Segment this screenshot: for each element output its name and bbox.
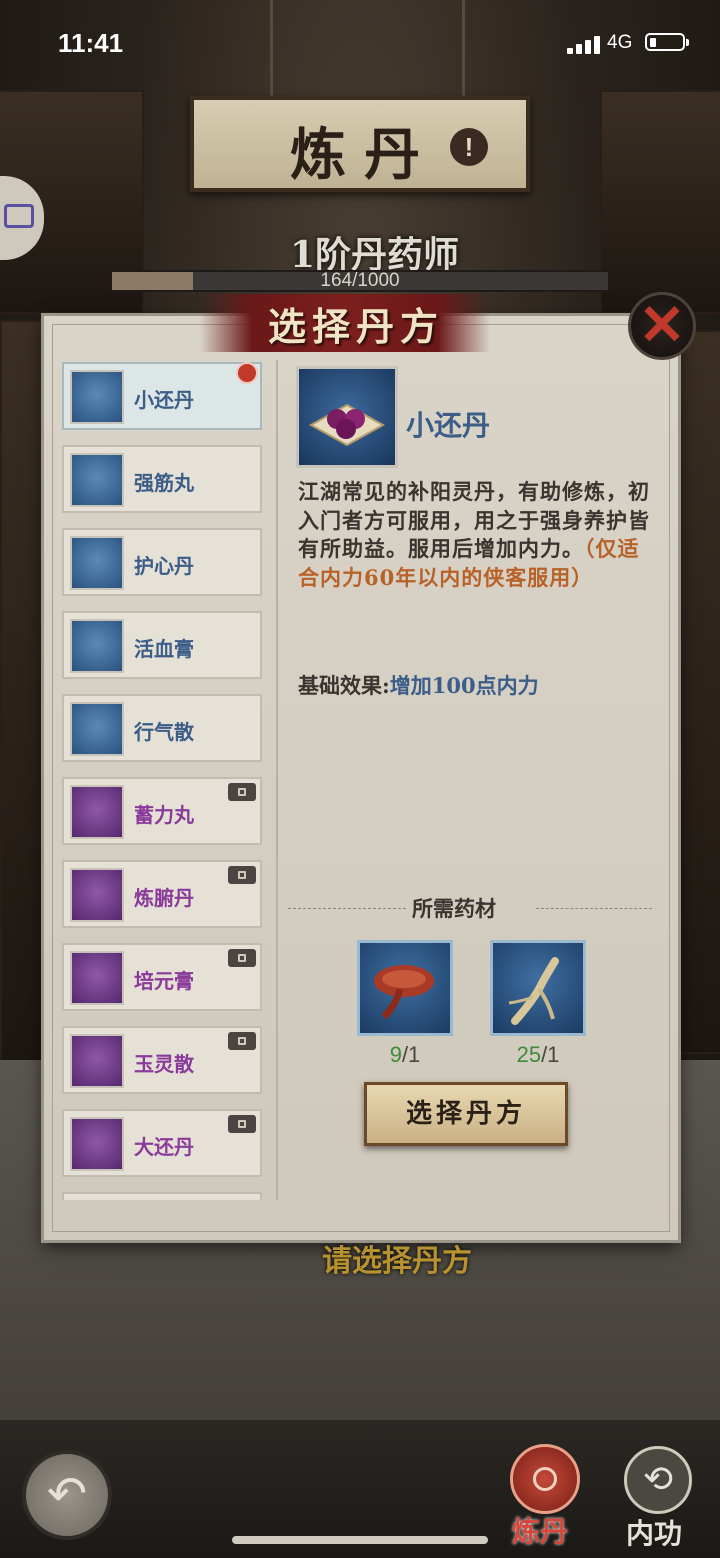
pill-icon bbox=[70, 536, 124, 590]
pill-icon bbox=[70, 1117, 124, 1171]
base-effect-value: 增加100点内力 bbox=[389, 673, 539, 698]
divider bbox=[536, 908, 652, 909]
battery-icon bbox=[645, 33, 689, 51]
recipe-item[interactable]: 护心丹 bbox=[62, 528, 262, 596]
recipe-item[interactable]: 炼腑丹 bbox=[62, 860, 262, 928]
recipe-item-label: 炼腑丹 bbox=[134, 886, 194, 910]
recipe-item[interactable]: 小还丹 bbox=[62, 362, 262, 430]
recipe-detail-thumbnail bbox=[296, 366, 398, 468]
hint-text: 请选择丹方 bbox=[322, 1244, 472, 1279]
recipe-item[interactable]: 行气散 bbox=[62, 694, 262, 762]
pill-icon bbox=[70, 619, 124, 673]
lock-icon bbox=[228, 949, 256, 967]
pill-icon bbox=[70, 702, 124, 756]
recipe-item[interactable]: 强筋丸 bbox=[62, 445, 262, 513]
recipe-item-partial[interactable] bbox=[62, 1192, 262, 1200]
recipe-item-label: 护心丹 bbox=[134, 554, 194, 578]
background-cabinet-right bbox=[678, 330, 720, 1054]
material-count: 25/1 bbox=[516, 1042, 560, 1067]
lock-icon bbox=[228, 1115, 256, 1133]
base-effect-label: 基础效果: bbox=[298, 673, 390, 698]
pill-icon bbox=[308, 403, 386, 447]
recipe-item-label: 活血膏 bbox=[134, 637, 194, 661]
recipe-item-label: 小还丹 bbox=[134, 388, 194, 412]
tab-label: 炼丹 bbox=[512, 1515, 569, 1548]
background-cabinet-left bbox=[0, 320, 48, 1064]
tab-label: 内功 bbox=[626, 1517, 683, 1550]
recipe-item-label: 大还丹 bbox=[134, 1135, 194, 1159]
base-effect: 基础效果:增加100点内力 bbox=[298, 670, 539, 700]
share-icon: ⟲ bbox=[624, 1446, 692, 1514]
sign-rope bbox=[270, 0, 273, 98]
tab-alchemy[interactable]: 炼丹 bbox=[500, 1440, 590, 1550]
recipe-item[interactable]: 蓄力丸 bbox=[62, 777, 262, 845]
pill-icon bbox=[70, 785, 124, 839]
recipe-description: 江湖常见的补阳灵丹，有助修炼，初入门者方可服用，用之于强身养护皆有所助益。服用后… bbox=[298, 478, 650, 592]
recipe-item[interactable]: 培元膏 bbox=[62, 943, 262, 1011]
divider bbox=[288, 908, 406, 909]
lock-icon bbox=[228, 866, 256, 884]
recipe-list[interactable]: 小还丹强筋丸护心丹活血膏行气散蓄力丸炼腑丹培元膏玉灵散大还丹 bbox=[58, 358, 278, 1200]
recipe-item-label: 蓄力丸 bbox=[134, 803, 194, 827]
lock-icon bbox=[228, 783, 256, 801]
info-icon[interactable]: ! bbox=[450, 128, 488, 166]
recipe-detail-name: 小还丹 bbox=[406, 409, 491, 442]
status-bar: 11:41 4G bbox=[0, 0, 720, 88]
signal-icon bbox=[567, 34, 601, 54]
new-badge bbox=[236, 362, 258, 384]
home-indicator bbox=[232, 1536, 488, 1544]
pill-icon bbox=[70, 951, 124, 1005]
clock: 11:41 bbox=[58, 28, 124, 58]
recipe-item[interactable]: 玉灵散 bbox=[62, 1026, 262, 1094]
alchemy-icon bbox=[510, 1444, 580, 1514]
recipe-item-label: 培元膏 bbox=[134, 969, 194, 993]
pill-icon bbox=[70, 453, 124, 507]
recipe-item[interactable]: 活血膏 bbox=[62, 611, 262, 679]
recipe-item[interactable]: 大还丹 bbox=[62, 1109, 262, 1177]
recipe-item-label: 行气散 bbox=[134, 720, 194, 744]
sign-rope bbox=[462, 0, 465, 98]
pill-icon bbox=[70, 1034, 124, 1088]
pill-icon bbox=[70, 868, 124, 922]
pill-icon bbox=[70, 370, 124, 424]
divider bbox=[276, 360, 278, 1200]
ginseng-icon bbox=[508, 957, 559, 1025]
lingzhi-icon bbox=[374, 965, 434, 1020]
recipe-item-label: 强筋丸 bbox=[134, 471, 194, 495]
exp-text: 164/1000 bbox=[320, 270, 400, 291]
material-slot[interactable] bbox=[490, 940, 586, 1036]
dialog-title: 选择丹方 bbox=[268, 304, 445, 349]
select-recipe-button[interactable]: 选择丹方 bbox=[364, 1082, 568, 1146]
back-button[interactable]: ↶ bbox=[22, 1450, 112, 1540]
network-type: 4G bbox=[607, 32, 633, 53]
materials-title: 所需药材 bbox=[412, 896, 496, 921]
close-button[interactable]: ✕ bbox=[628, 292, 696, 360]
material-slot[interactable] bbox=[357, 940, 453, 1036]
material-count: 9/1 bbox=[389, 1042, 421, 1067]
chat-icon bbox=[4, 204, 34, 228]
recipe-item-label: 玉灵散 bbox=[134, 1052, 194, 1076]
tab-neigong[interactable]: ⟲ 内功 bbox=[612, 1440, 708, 1550]
lock-icon bbox=[228, 1032, 256, 1050]
page-title: 炼丹 bbox=[290, 122, 438, 188]
